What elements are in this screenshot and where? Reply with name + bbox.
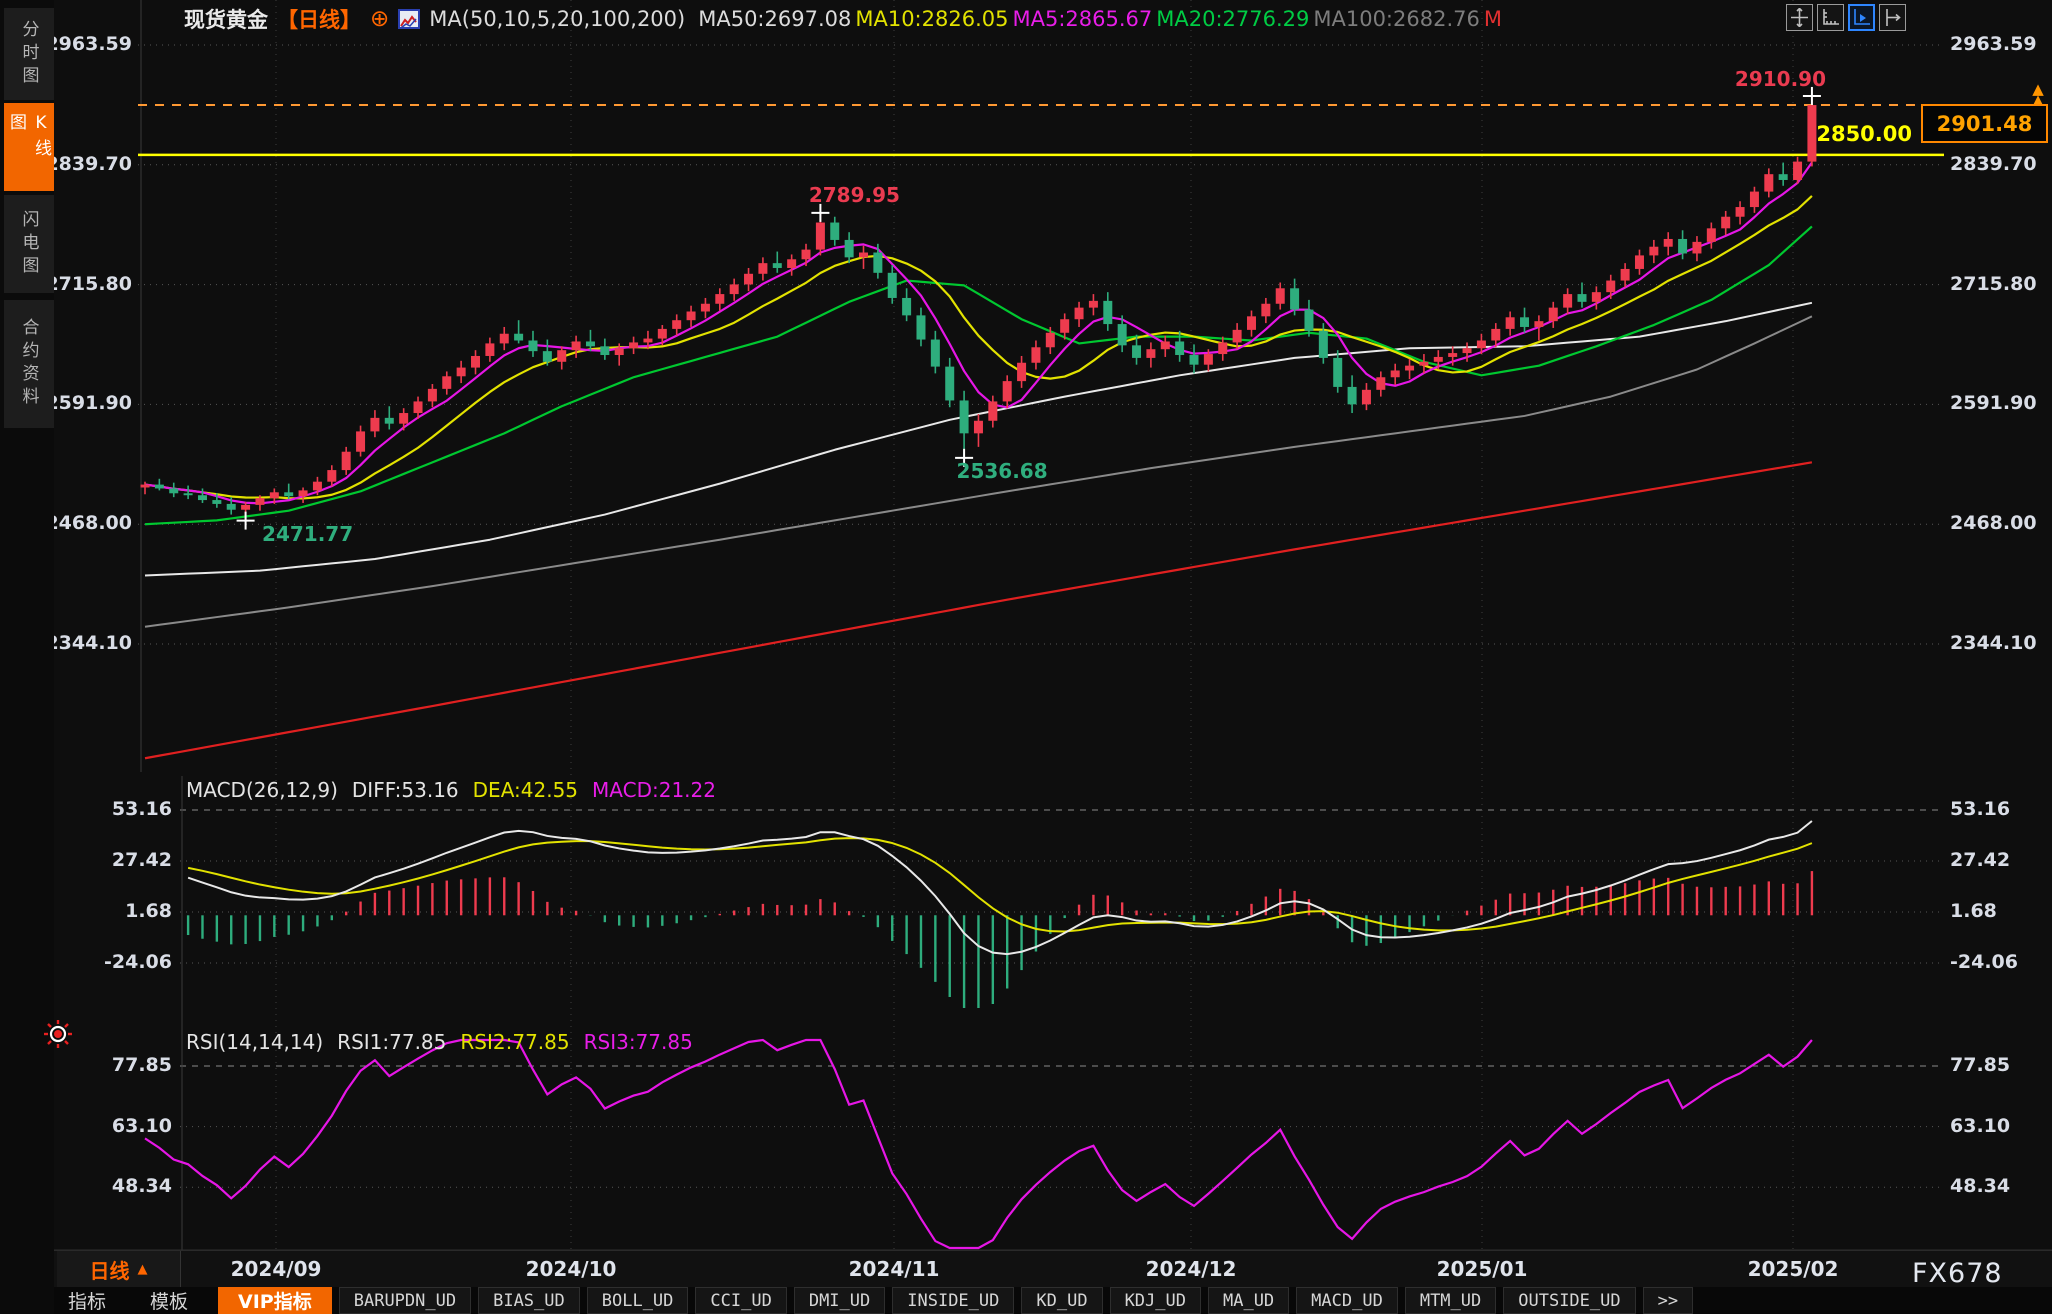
period-label: 日线 — [90, 1255, 130, 1284]
macd-diff-value: DIFF:53.16 — [352, 778, 459, 802]
tab-BOLL_UD[interactable]: BOLL_UD — [587, 1287, 689, 1314]
last-price-badge: 2901.48 — [1921, 104, 2048, 143]
tab-MTM_UD[interactable]: MTM_UD — [1405, 1287, 1496, 1314]
auto-scroll-icon[interactable] — [1848, 4, 1875, 31]
tab-BIAS_UD[interactable]: BIAS_UD — [478, 1287, 580, 1314]
ma-value-4: MA20:2776.29 — [1156, 7, 1309, 31]
chart-toolbar — [1786, 4, 1906, 31]
ma-value-3: MA5:2865.67 — [1012, 7, 1152, 31]
macd-panel-header: MACD(26,12,9) DIFF:53.16 DEA:42.55 MACD:… — [186, 778, 716, 802]
mini-chart-icon[interactable] — [398, 9, 420, 29]
macd-bar-value: MACD:21.22 — [592, 778, 716, 802]
period-tag: 【日线】 — [277, 4, 361, 34]
rsi3-value: RSI3:77.85 — [584, 1030, 693, 1054]
add-compare-icon[interactable]: ⊕ — [370, 8, 389, 30]
chart-type-sidebar: 分时图K线图闪电图合约资料 — [0, 0, 54, 1314]
period-dropdown-icon: ▲ — [138, 1262, 148, 1277]
price-up-arrow-icon: ▲▲ — [2028, 84, 2048, 106]
move-chart-icon[interactable] — [1786, 4, 1813, 31]
date-tick-1: 2024/09 — [221, 1257, 331, 1281]
date-tick-6: 2025/02 — [1738, 1257, 1848, 1281]
date-tick-3: 2024/11 — [839, 1257, 949, 1281]
date-tick-2: 2024/10 — [516, 1257, 626, 1281]
rsi2-value: RSI2:77.85 — [460, 1030, 569, 1054]
date-axis-row: 日线 ▲ 2024/09 2024/10 2024/11 2024/12 2025/01… — [54, 1250, 2052, 1287]
macd-title: MACD(26,12,9) — [186, 778, 338, 802]
tab-KDJ_UD[interactable]: KDJ_UD — [1110, 1287, 1201, 1314]
axis-scale-icon[interactable] — [1817, 4, 1844, 31]
tab-KD_UD[interactable]: KD_UD — [1021, 1287, 1102, 1314]
date-tick-5: 2025/01 — [1427, 1257, 1537, 1281]
rsi-panel-header: RSI(14,14,14) RSI1:77.85 RSI2:77.85 RSI3… — [186, 1030, 693, 1054]
sidebar-item-4[interactable]: 合约资料 — [4, 300, 54, 428]
tab-BARUPDN_UD[interactable]: BARUPDN_UD — [339, 1287, 471, 1314]
tab-指标[interactable]: 指标 — [54, 1287, 120, 1314]
ma-values: MA50:2697.08MA10:2826.05MA5:2865.67MA20:… — [694, 7, 1502, 31]
rsi-title: RSI(14,14,14) — [186, 1030, 323, 1054]
tab-MA_UD[interactable]: MA_UD — [1208, 1287, 1289, 1314]
annotation-high-2910: 2910.90 — [1722, 67, 1826, 91]
chart-header: 现货黄金 【日线】 ⊕ MA(50,10,5,20,100,200) MA50:… — [184, 4, 1502, 34]
macd-dea-value: DEA:42.55 — [473, 778, 578, 802]
tab-OUTSIDE_UD[interactable]: OUTSIDE_UD — [1503, 1287, 1635, 1314]
trading-app-window: 分时图K线图闪电图合约资料 现货黄金 【日线】 ⊕ MA(50,10,5,20,… — [0, 0, 2052, 1314]
ma-value-2: MA10:2826.05 — [855, 7, 1008, 31]
ma-value-5: MA100:2682.76 — [1313, 7, 1479, 31]
sidebar-item-2[interactable]: K线图 — [4, 103, 54, 191]
ma-settings-label: MA(50,10,5,20,100,200) — [429, 7, 685, 31]
watermark: FX678 — [1912, 1258, 2003, 1289]
tab-INSIDE_UD[interactable]: INSIDE_UD — [892, 1287, 1014, 1314]
symbol-name: 现货黄金 — [184, 4, 268, 34]
annotation-oct-peak: 2789.95 — [802, 183, 906, 207]
tab-VIP指标[interactable]: VIP指标 — [218, 1287, 332, 1314]
tab-模板[interactable]: 模板 — [136, 1287, 202, 1314]
annotation-sep-low: 2471.77 — [252, 522, 364, 546]
tab-CCI_UD[interactable]: CCI_UD — [695, 1287, 786, 1314]
sidebar-item-1[interactable]: 分时图 — [4, 8, 54, 100]
indicator-tab-bar: 指标模板 VIP指标 BARUPDN_UD BIAS_UD BOLL_UDCCI_UD D… — [54, 1287, 2052, 1314]
sidebar-item-3[interactable]: 闪电图 — [4, 195, 54, 293]
date-tick-4: 2024/12 — [1136, 1257, 1246, 1281]
chart-plot-area[interactable] — [0, 0, 2052, 1314]
ma-value-6: M — [1484, 7, 1502, 31]
alert-icon[interactable] — [43, 1019, 73, 1053]
tab-more[interactable]: >> — [1643, 1287, 1693, 1314]
shift-right-icon[interactable] — [1879, 4, 1906, 31]
tab-MACD_UD[interactable]: MACD_UD — [1296, 1287, 1398, 1314]
period-selector[interactable]: 日线 ▲ — [57, 1251, 181, 1288]
ma-value-1: MA50:2697.08 — [698, 7, 851, 31]
tab-DMI_UD[interactable]: DMI_UD — [794, 1287, 885, 1314]
annotation-nov-low: 2536.68 — [946, 459, 1058, 483]
alert-line-label[interactable]: 2850.00 — [1790, 122, 1912, 146]
rsi1-value: RSI1:77.85 — [337, 1030, 446, 1054]
